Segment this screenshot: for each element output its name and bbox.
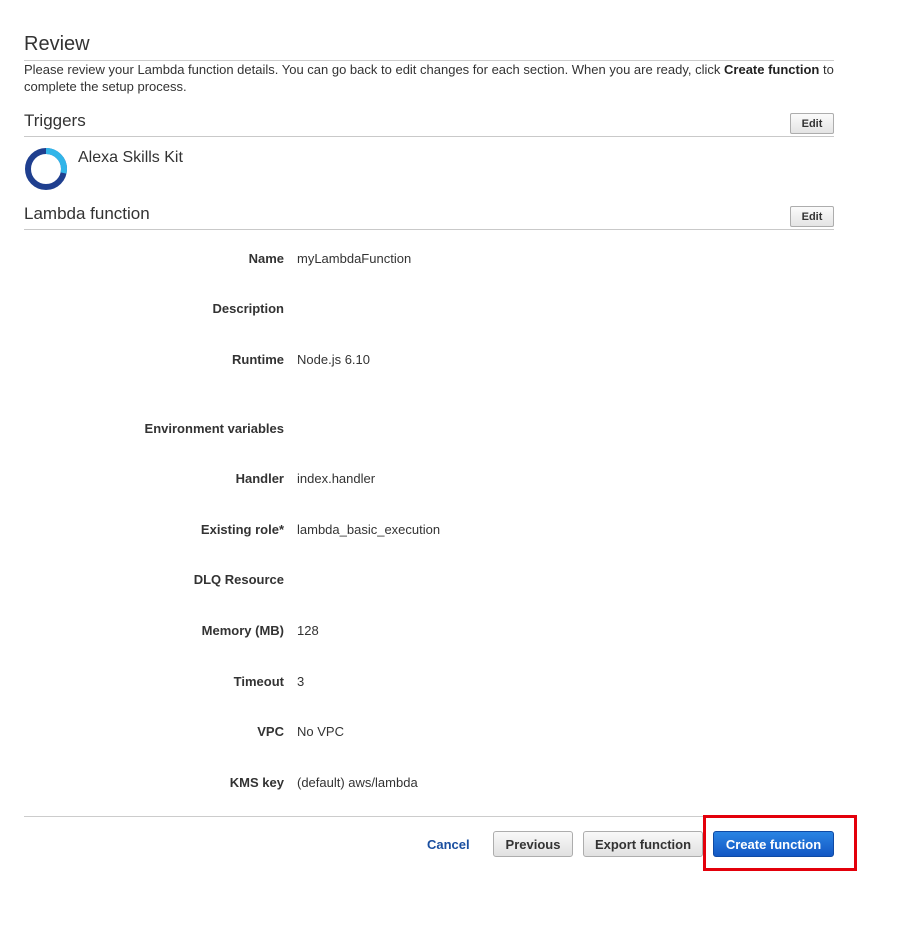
field-label: Environment variables bbox=[144, 421, 284, 436]
field-label: Timeout bbox=[233, 674, 284, 689]
field-value: 128 bbox=[297, 623, 319, 638]
triggers-title: Triggers bbox=[24, 111, 86, 130]
field-label: Runtime bbox=[232, 352, 284, 367]
field-row-kms-key: KMS key (default) aws/lambda bbox=[24, 775, 834, 793]
field-value: lambda_basic_execution bbox=[297, 522, 441, 537]
intro-emphasis: Create function bbox=[724, 62, 820, 77]
lambda-function-title: Lambda function bbox=[24, 204, 150, 223]
field-row-handler: Handler index.handler bbox=[24, 471, 834, 489]
trigger-item-label: Alexa Skills Kit bbox=[78, 149, 183, 166]
lambda-section-header: Lambda function Edit bbox=[24, 204, 834, 230]
field-row-dlq-resource: DLQ Resource bbox=[24, 572, 834, 590]
lambda-edit-button[interactable]: Edit bbox=[790, 206, 834, 227]
field-value: myLambdaFunction bbox=[297, 251, 412, 266]
page-title: Review bbox=[24, 33, 90, 55]
export-function-button[interactable]: Export function bbox=[583, 831, 703, 857]
field-label: Memory (MB) bbox=[201, 623, 284, 638]
field-row-name: Name myLambdaFunction bbox=[24, 251, 834, 269]
field-row-environment-variables: Environment variables bbox=[24, 421, 834, 439]
field-row-runtime: Runtime Node.js 6.10 bbox=[24, 352, 834, 370]
alexa-ring-icon bbox=[24, 147, 68, 191]
field-row-existing-role: Existing role* lambda_basic_execution bbox=[24, 522, 834, 540]
field-label: Name bbox=[248, 251, 284, 266]
field-label: DLQ Resource bbox=[193, 572, 284, 587]
intro-text: Please review your Lambda function detai… bbox=[24, 61, 836, 95]
field-row-description: Description bbox=[24, 301, 834, 319]
field-row-vpc: VPC No VPC bbox=[24, 724, 834, 742]
triggers-section-header: Triggers Edit bbox=[24, 111, 834, 137]
field-label: Existing role* bbox=[200, 522, 284, 537]
field-row-timeout: Timeout 3 bbox=[24, 674, 834, 692]
field-value: 3 bbox=[297, 674, 305, 689]
previous-button[interactable]: Previous bbox=[493, 831, 573, 857]
field-label: VPC bbox=[257, 724, 284, 739]
field-value: index.handler bbox=[297, 471, 376, 486]
highlight-box bbox=[703, 815, 857, 871]
field-label: KMS key bbox=[229, 775, 284, 790]
cancel-link[interactable]: Cancel bbox=[427, 837, 470, 852]
field-row-memory: Memory (MB) 128 bbox=[24, 623, 834, 641]
field-value: No VPC bbox=[297, 724, 344, 739]
intro-text-start: Please review your Lambda function detai… bbox=[24, 62, 725, 77]
field-value: (default) aws/lambda bbox=[297, 775, 418, 790]
triggers-edit-button[interactable]: Edit bbox=[790, 113, 834, 134]
field-label: Description bbox=[212, 301, 284, 316]
field-label: Handler bbox=[235, 471, 284, 486]
field-value: Node.js 6.10 bbox=[297, 352, 370, 367]
